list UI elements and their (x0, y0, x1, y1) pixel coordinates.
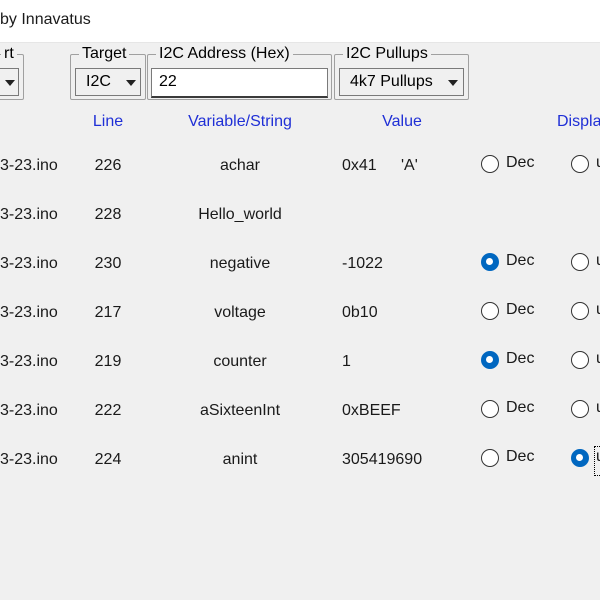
row-file: 3-23.ino (0, 402, 58, 419)
row-variable: counter (213, 353, 267, 370)
unsigned-radio[interactable] (571, 449, 589, 467)
dec-radio[interactable] (481, 351, 499, 369)
row-file: 3-23.ino (0, 353, 58, 370)
dec-radio[interactable] (481, 400, 499, 418)
row-variable: achar (219, 157, 261, 174)
i2c-address-value: 22 (159, 73, 177, 90)
header-display: Displa (557, 113, 600, 130)
row-file: 3-23.ino (0, 206, 58, 223)
dec-label: Dec (506, 301, 535, 318)
unsigned-label: u (596, 154, 600, 172)
window-title: by Innavatus (0, 11, 91, 28)
row-file: 3-23.ino (0, 157, 58, 174)
row-value: 0b10 (342, 304, 378, 321)
i2c-pullups-group: I2C Pullups 4k7 Pullups (334, 45, 469, 100)
row-file: 3-23.ino (0, 255, 58, 272)
i2c-address-legend: I2C Address (Hex) (156, 45, 293, 63)
row-variable: aSixteenInt (199, 402, 281, 419)
unsigned-radio[interactable] (571, 302, 589, 320)
dec-label: Dec (506, 252, 535, 269)
chevron-down-icon (126, 80, 136, 86)
row-value: 305419690 (342, 451, 423, 468)
i2c-address-group: I2C Address (Hex) 22 (147, 45, 332, 100)
row-line: 224 (94, 451, 122, 468)
header-variable: Variable/String (188, 113, 292, 130)
chevron-down-icon (5, 80, 15, 86)
target-legend: Target (79, 45, 130, 63)
unsigned-label: u (596, 350, 600, 368)
title-bar: by Innavatus (0, 0, 600, 43)
row-value: 1 (342, 353, 351, 370)
unsigned-radio[interactable] (571, 155, 589, 173)
row-line: 217 (94, 304, 122, 321)
row-line: 230 (94, 255, 122, 272)
port-group: rt (0, 45, 24, 100)
port-dropdown[interactable] (0, 68, 19, 96)
unsigned-radio[interactable] (571, 400, 589, 418)
row-file: 3-23.ino (0, 304, 58, 321)
i2c-pullups-dropdown[interactable]: 4k7 Pullups (339, 68, 464, 96)
i2c-address-input[interactable]: 22 (151, 68, 328, 98)
focus-indicator (594, 446, 600, 476)
row-variable: negative (209, 255, 271, 272)
dec-label: Dec (506, 399, 535, 416)
target-group: Target I2C (70, 45, 146, 100)
i2c-pullups-value: 4k7 Pullups (350, 73, 433, 90)
header-line: Line (92, 113, 124, 130)
unsigned-label: u (596, 399, 600, 417)
dec-radio[interactable] (481, 449, 499, 467)
dec-radio[interactable] (481, 155, 499, 173)
dec-label: Dec (506, 350, 535, 367)
dec-label: Dec (506, 154, 535, 171)
target-dropdown[interactable]: I2C (75, 68, 141, 96)
dec-radio[interactable] (481, 302, 499, 320)
row-line: 226 (94, 157, 122, 174)
target-value: I2C (86, 73, 111, 90)
row-value: -1022 (342, 255, 383, 272)
chevron-down-icon (448, 80, 458, 86)
row-variable: anint (222, 451, 258, 468)
port-legend: rt (1, 45, 17, 63)
unsigned-label: u (596, 252, 600, 270)
row-line: 228 (94, 206, 122, 223)
row-variable: voltage (214, 304, 266, 321)
row-value: 0x41 (342, 157, 377, 174)
row-line: 222 (94, 402, 122, 419)
header-value: Value (382, 113, 422, 130)
unsigned-radio[interactable] (571, 351, 589, 369)
unsigned-label: u (596, 301, 600, 319)
row-char: 'A' (401, 157, 418, 174)
dec-radio[interactable] (481, 253, 499, 271)
row-line: 219 (94, 353, 122, 370)
row-variable: Hello_world (198, 206, 282, 223)
i2c-pullups-legend: I2C Pullups (343, 45, 431, 63)
unsigned-radio[interactable] (571, 253, 589, 271)
dec-label: Dec (506, 448, 535, 465)
row-value: 0xBEEF (342, 402, 401, 419)
row-file: 3-23.ino (0, 451, 58, 468)
